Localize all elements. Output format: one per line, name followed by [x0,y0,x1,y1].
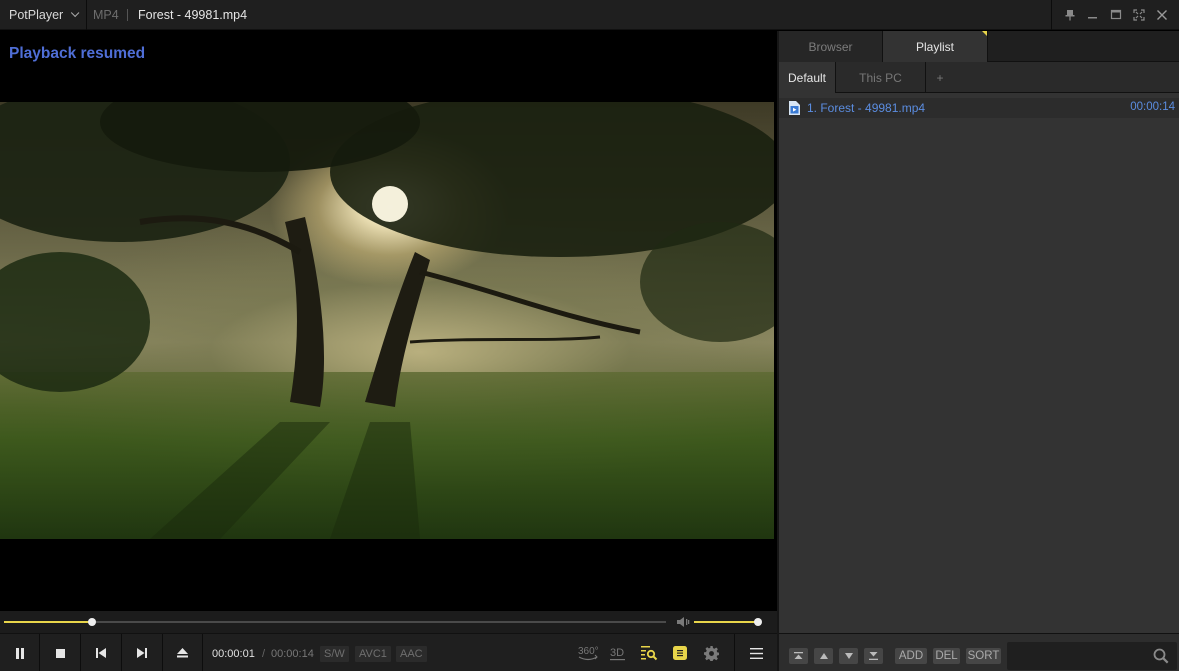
stop-button[interactable] [40,634,81,671]
chevron-down-icon [71,8,80,18]
sw-decoder-badge[interactable]: S/W [320,646,349,662]
stop-icon [55,648,65,658]
sort-button[interactable]: SORT [966,648,1001,664]
next-button[interactable] [122,634,163,671]
playlist-search [1007,642,1177,670]
volume-level [694,621,758,623]
time-separator: / [262,648,266,660]
playlist-sub-tabs: Default This PC + [779,62,1179,93]
tab-browser[interactable]: Browser [779,31,883,62]
move-top-icon [794,652,803,659]
previous-button[interactable] [81,634,122,671]
playlist-item-duration: 00:00:14 [1130,101,1175,113]
close-icon [1156,10,1167,20]
add-playlist-tab-button[interactable]: + [926,62,954,93]
control-bar: 00:00:01 / 00:00:14 S/W AVC1 AAC 360° 3D [0,633,777,671]
pause-icon [15,647,24,659]
minimize-icon [1087,17,1097,19]
seek-bar[interactable] [4,618,666,626]
playlist-toolbar: ADD DEL SORT [779,633,1179,671]
volume-slider[interactable] [694,618,762,626]
vr360-icon: 360° [578,646,599,661]
pause-button[interactable] [0,634,40,671]
title-bar: PotPlayer MP4 Forest - 49981.mp4 [0,0,1179,30]
audio-codec-badge[interactable]: AAC [396,646,427,662]
previous-icon [96,648,106,658]
minimize-button[interactable] [1084,6,1102,24]
seek-strip [0,611,777,633]
list-search-icon [641,646,658,661]
window-controls [1051,0,1179,30]
video-area[interactable]: Playback resumed [0,31,777,611]
move-down-icon [844,653,853,659]
seek-handle[interactable] [88,618,97,626]
settings-button[interactable] [700,643,722,663]
3d-icon: 3D [610,647,625,661]
pin-button[interactable] [1061,6,1079,24]
eject-icon [177,648,188,658]
active-indicator [982,31,987,36]
fullscreen-button[interactable] [1130,6,1148,24]
maximize-button[interactable] [1107,6,1125,24]
subtab-this-pc[interactable]: This PC [836,62,926,93]
move-up-icon [819,653,828,659]
main-menu-button[interactable] [734,634,777,671]
move-top-button[interactable] [789,648,808,664]
subtitle-button[interactable] [669,643,691,663]
vr360-button[interactable]: 360° [576,643,600,663]
playlist-search-button[interactable] [638,643,660,663]
hamburger-icon [749,647,763,659]
eject-button[interactable] [163,634,203,671]
video-frame[interactable] [0,102,774,539]
total-time: 00:00:14 [271,648,314,660]
app-name: PotPlayer [9,8,64,22]
forest-scene [0,102,774,539]
seek-progress [4,621,93,623]
app-menu-button[interactable]: PotPlayer [0,0,87,30]
playlist-item[interactable]: 1. Forest - 49981.mp4 00:00:14 [779,98,1179,118]
video-codec-badge[interactable]: AVC1 [355,646,391,662]
divider [127,9,128,21]
fullscreen-icon [1132,9,1145,21]
panel-tabs: Browser Playlist [779,31,1179,63]
move-bottom-button[interactable] [864,648,883,664]
window-title: Forest - 49981.mp4 [138,8,248,22]
tab-playlist[interactable]: Playlist [883,31,988,63]
3d-label: 3D [610,647,624,659]
playlist-search-input[interactable] [1007,642,1147,670]
gear-icon [703,645,719,661]
3d-button[interactable]: 3D [607,643,629,663]
volume-handle[interactable] [754,618,762,626]
move-down-button[interactable] [839,648,858,664]
move-up-button[interactable] [814,648,833,664]
tab-playlist-label: Playlist [915,40,954,54]
osd-message: Playback resumed [9,45,146,62]
video-file-icon [789,101,800,115]
next-icon [137,648,147,658]
subtitle-icon [673,646,687,660]
close-button[interactable] [1153,6,1171,24]
pin-icon [1065,10,1074,21]
volume-icon[interactable] [676,616,690,628]
current-time: 00:00:01 [212,648,255,660]
subtab-default[interactable]: Default [779,62,836,93]
side-panel: Browser Playlist Default This PC + 1. Fo… [777,31,1179,671]
search-icon[interactable] [1153,648,1169,664]
add-button[interactable]: ADD [895,648,927,664]
playlist-item-title: 1. Forest - 49981.mp4 [807,101,926,115]
move-bottom-icon [869,652,878,660]
format-label: MP4 [93,8,119,22]
maximize-icon [1110,9,1121,20]
delete-button[interactable]: DEL [933,648,960,664]
